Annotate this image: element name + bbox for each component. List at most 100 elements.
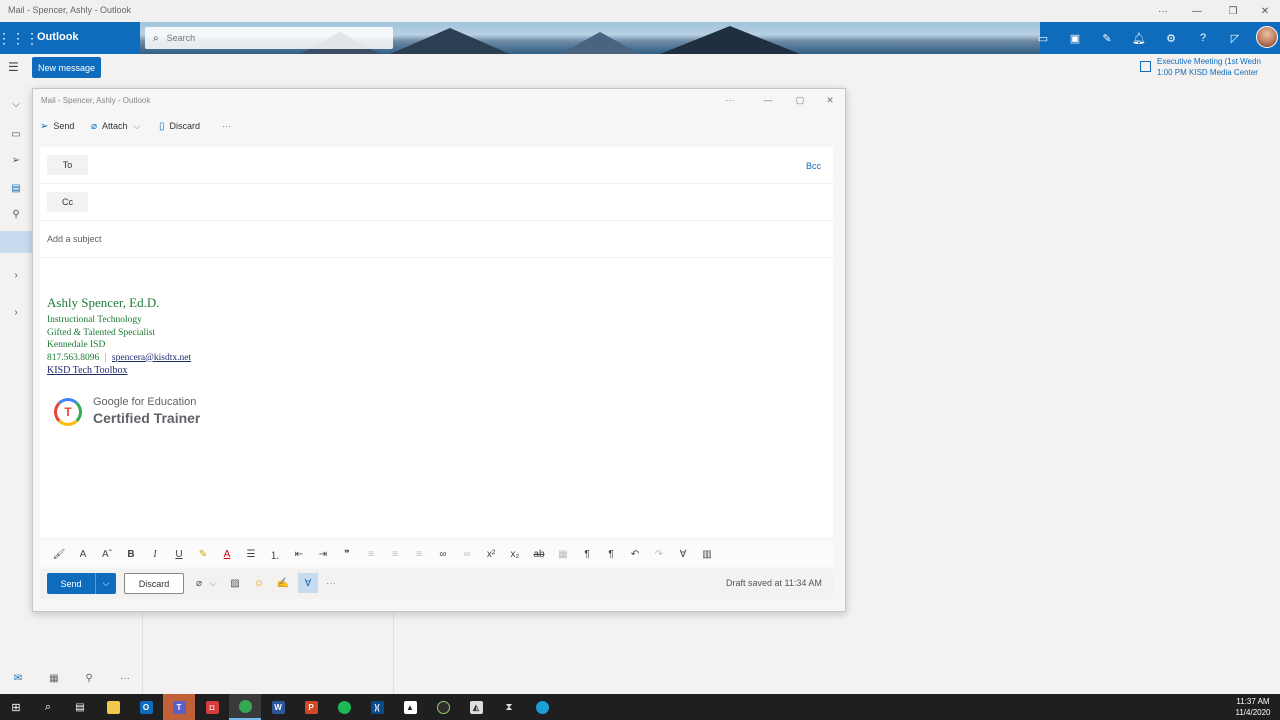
- window-minimize-button[interactable]: —: [1180, 0, 1214, 22]
- outlook-taskbar-icon[interactable]: O: [130, 694, 162, 720]
- send-button[interactable]: Send ⌵: [47, 573, 116, 594]
- calendar-icon[interactable]: ▦: [44, 670, 64, 686]
- font-color-icon[interactable]: A: [218, 546, 236, 562]
- format-toggle-icon[interactable]: Ɐ: [298, 573, 318, 593]
- search-box[interactable]: ⌕: [145, 27, 393, 49]
- chevron-down-icon[interactable]: ⌵: [204, 575, 222, 591]
- chrome-icon[interactable]: [229, 694, 261, 720]
- font-icon[interactable]: A: [74, 546, 92, 562]
- start-icon[interactable]: ⊞: [0, 694, 32, 720]
- compose-minimize-button[interactable]: —: [753, 91, 783, 109]
- drafts-icon[interactable]: ▤: [0, 176, 32, 200]
- app-name[interactable]: Outlook: [37, 31, 79, 43]
- file-explorer-icon[interactable]: [97, 694, 129, 720]
- clear-formatting-icon[interactable]: Ɐ: [674, 546, 692, 562]
- align-center-icon[interactable]: ≡: [386, 546, 404, 562]
- window-restore-button[interactable]: ❐: [1216, 0, 1250, 22]
- app-icon[interactable]: [427, 694, 459, 720]
- feedback-icon[interactable]: ◸: [1224, 27, 1246, 49]
- powerpoint-icon[interactable]: P: [295, 694, 327, 720]
- subscript-icon[interactable]: x₂: [506, 546, 524, 562]
- numbering-icon[interactable]: ⒈: [266, 546, 284, 562]
- compose-maximize-button[interactable]: ▢: [785, 91, 815, 109]
- rtl-icon[interactable]: ¶: [602, 546, 620, 562]
- task-view-icon[interactable]: ▤: [64, 694, 96, 720]
- more-apps-icon[interactable]: ···: [115, 670, 135, 686]
- toolbar-discard-button[interactable]: ▯ Discard: [159, 119, 200, 133]
- quote-icon[interactable]: ❞: [338, 546, 356, 562]
- avatar[interactable]: [1256, 26, 1278, 48]
- search-input[interactable]: [166, 33, 367, 43]
- cc-button[interactable]: Cc: [47, 192, 88, 212]
- toolbar-attach-button[interactable]: ⌀ Attach ⌵: [91, 119, 140, 133]
- edge-icon[interactable]: [526, 694, 558, 720]
- align-left-icon[interactable]: ≡: [362, 546, 380, 562]
- search-icon[interactable]: ⌕: [32, 694, 64, 720]
- photos-icon[interactable]: ▲: [394, 694, 426, 720]
- decrease-indent-icon[interactable]: ⇤: [290, 546, 308, 562]
- strikethrough-icon[interactable]: ab: [530, 546, 548, 562]
- subject-input[interactable]: [47, 221, 807, 257]
- email-signature[interactable]: Ashly Spencer, Ed.D. Instructional Techn…: [47, 295, 191, 376]
- app-icon[interactable]: ◭: [460, 694, 492, 720]
- word-taskbar-icon[interactable]: W: [262, 694, 294, 720]
- security-icon[interactable]: ◘: [196, 694, 228, 720]
- italic-icon[interactable]: I: [146, 546, 164, 562]
- image-icon[interactable]: ▨: [226, 575, 244, 591]
- window-more-button[interactable]: ···: [1146, 0, 1180, 22]
- bullets-icon[interactable]: ☰: [242, 546, 260, 562]
- send-button-label[interactable]: Send: [47, 573, 95, 594]
- bold-icon[interactable]: B: [122, 546, 140, 562]
- toolbar-more-button[interactable]: ···: [222, 119, 231, 133]
- link-icon[interactable]: ∞: [434, 546, 452, 562]
- app-icon[interactable]: )(: [361, 694, 393, 720]
- redo-icon[interactable]: ↷: [650, 546, 668, 562]
- format-painter-icon[interactable]: 🖌︎: [50, 546, 68, 562]
- groups-icon[interactable]: ⚲: [0, 202, 32, 226]
- my-day-icon[interactable]: ▭: [1032, 27, 1054, 49]
- chevron-right-icon[interactable]: ›: [0, 263, 32, 287]
- new-message-button[interactable]: New message: [32, 57, 101, 78]
- signature-email-link[interactable]: spencera@kisdtx.net: [112, 353, 191, 363]
- compose-more-button[interactable]: ···: [715, 91, 745, 109]
- bell-icon[interactable]: 🔔︎: [1128, 27, 1150, 49]
- font-size-icon[interactable]: Aˆ: [98, 546, 116, 562]
- hourglass-icon[interactable]: ⧗: [493, 694, 525, 720]
- chevron-down-icon[interactable]: ⌵: [95, 573, 116, 594]
- undo-icon[interactable]: ↶: [626, 546, 644, 562]
- toolbar-send-button[interactable]: ➢ Send: [40, 119, 74, 133]
- spotify-icon[interactable]: [328, 694, 360, 720]
- discard-button[interactable]: Discard: [124, 573, 184, 594]
- teams-icon[interactable]: T: [163, 694, 195, 720]
- compose-close-button[interactable]: ✕: [815, 91, 845, 109]
- align-right-icon[interactable]: ≡: [410, 546, 428, 562]
- increase-indent-icon[interactable]: ⇥: [314, 546, 332, 562]
- ltr-icon[interactable]: ¶: [578, 546, 596, 562]
- todo-icon[interactable]: ✎: [1096, 27, 1118, 49]
- window-close-button[interactable]: ✕: [1248, 0, 1280, 22]
- gear-icon[interactable]: ⚙: [1160, 27, 1182, 49]
- emoji-icon[interactable]: ☺: [250, 575, 268, 591]
- more-options-icon[interactable]: ▥: [698, 546, 716, 562]
- to-button[interactable]: To: [47, 155, 88, 175]
- superscript-icon[interactable]: x²: [482, 546, 500, 562]
- help-icon[interactable]: ?: [1192, 27, 1214, 49]
- app-launcher-icon[interactable]: ⋮⋮⋮: [0, 28, 39, 48]
- table-icon[interactable]: ▦: [554, 546, 572, 562]
- mail-icon[interactable]: ✉: [8, 670, 28, 686]
- unlink-icon[interactable]: ∞: [458, 546, 476, 562]
- people-icon[interactable]: ⚲: [79, 670, 99, 686]
- system-clock[interactable]: 11:37 AM 11/4/2020: [1228, 696, 1278, 718]
- sent-icon[interactable]: ➢: [0, 148, 32, 172]
- chevron-right-icon[interactable]: ›: [0, 300, 32, 324]
- word-icon[interactable]: ▣: [1064, 27, 1086, 49]
- more-icon[interactable]: ···: [322, 575, 340, 591]
- toolbox-link[interactable]: KISD Tech Toolbox: [47, 365, 191, 376]
- underline-icon[interactable]: U: [170, 546, 188, 562]
- bcc-button[interactable]: Bcc: [806, 161, 821, 171]
- chevron-down-icon[interactable]: ⌵: [0, 92, 32, 116]
- inbox-icon[interactable]: ▭: [0, 122, 32, 146]
- hamburger-menu-icon[interactable]: ☰: [8, 60, 19, 74]
- highlight-icon[interactable]: ✎: [194, 546, 212, 562]
- signature-icon[interactable]: ✍: [274, 575, 292, 591]
